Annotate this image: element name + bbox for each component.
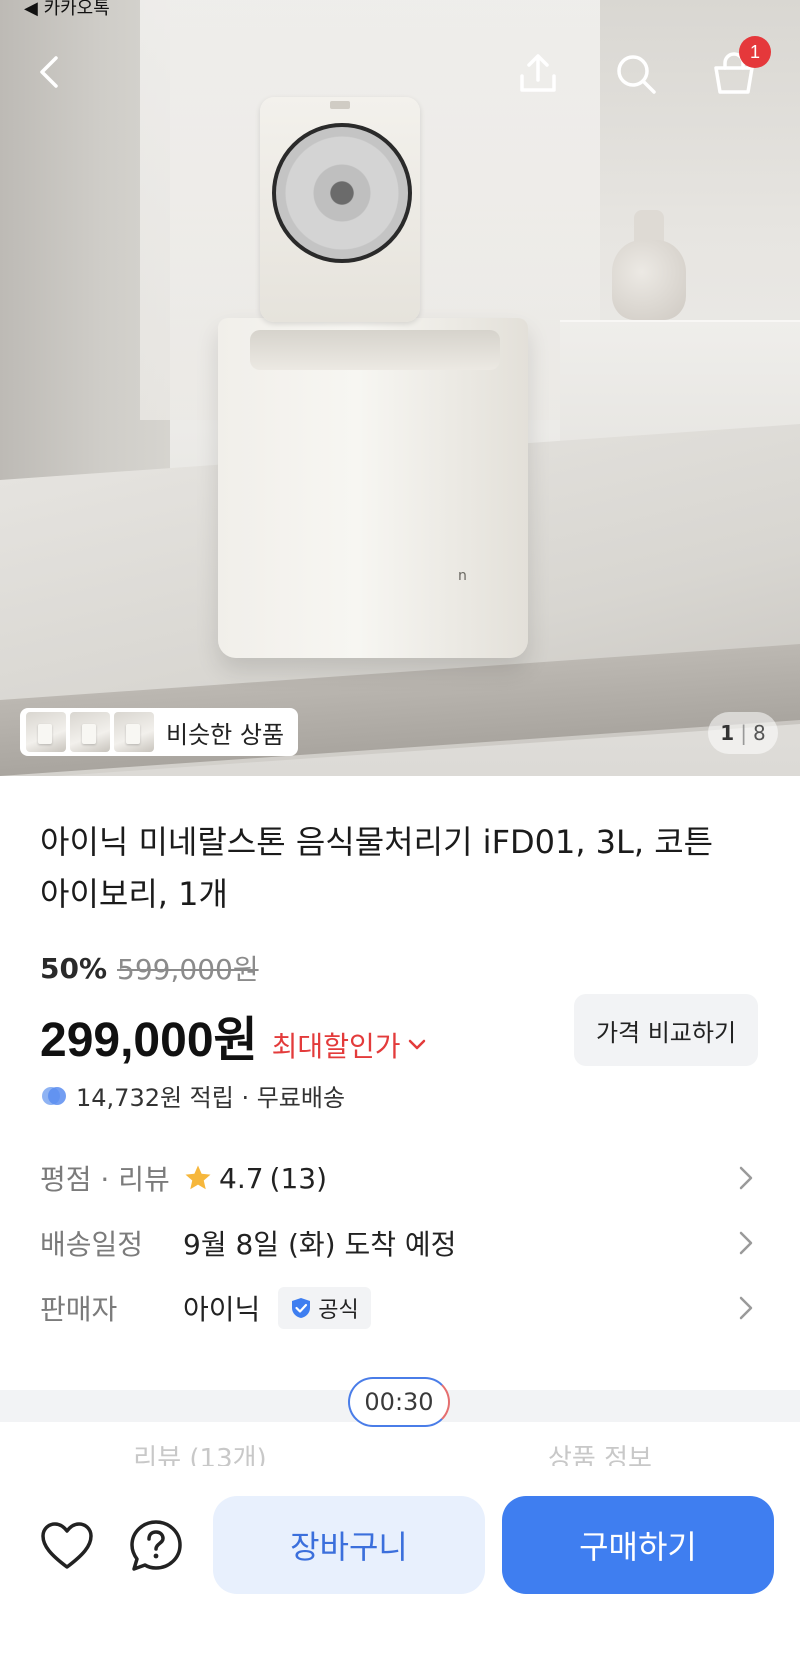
bottom-action-bar: 장바구니 구매하기	[0, 1466, 800, 1663]
max-discount-toggle[interactable]: 최대할인가	[272, 1025, 427, 1065]
image-counter-current: 1	[720, 721, 735, 745]
similar-products-button[interactable]: 비슷한 상품	[20, 708, 299, 756]
countdown-timer: 00:30	[348, 1377, 450, 1427]
inquiry-button[interactable]	[124, 1514, 188, 1578]
star-icon	[185, 1165, 211, 1190]
chevron-right-icon	[739, 1231, 753, 1255]
delivery-value: 9월 8일 (화) 도착 예정	[183, 1228, 457, 1261]
back-button[interactable]	[22, 44, 78, 100]
similar-product-thumbnail	[26, 712, 66, 752]
max-discount-label: 최대할인가	[271, 1030, 401, 1063]
add-to-cart-button[interactable]: 장바구니	[213, 1496, 485, 1594]
chevron-left-icon	[40, 56, 58, 88]
similar-product-thumbnail	[70, 712, 110, 752]
rating-review-row[interactable]: 평점 · 리뷰 4.7 (13)	[40, 1150, 760, 1206]
image-counter-total: 8	[752, 721, 766, 745]
discount-rate: 50%	[40, 951, 108, 985]
product-opening	[250, 330, 500, 370]
buy-now-button[interactable]: 구매하기	[502, 1496, 774, 1594]
discount-row: 50% 599,000원	[40, 948, 259, 988]
seller-row[interactable]: 판매자 아이닉 공식	[40, 1280, 760, 1336]
delivery-key: 배송일정	[40, 1228, 144, 1261]
question-bubble-icon	[130, 1520, 182, 1571]
chevron-right-icon	[739, 1296, 753, 1320]
wishlist-button[interactable]	[35, 1514, 99, 1578]
similar-product-thumbnail	[114, 712, 154, 752]
share-icon	[520, 54, 556, 92]
image-counter-separator: |	[740, 721, 747, 745]
official-label: 공식	[318, 1298, 359, 1323]
points-text: 14,732원 적립 · 무료배송	[76, 1084, 346, 1112]
sale-price: 299,000원	[40, 1014, 258, 1067]
review-count: (13)	[269, 1161, 328, 1195]
original-price: 599,000원	[117, 953, 259, 986]
points-icon	[42, 1086, 66, 1105]
search-icon	[617, 55, 656, 94]
price-compare-button[interactable]: 가격 비교하기	[574, 994, 758, 1066]
product-lid	[260, 97, 420, 322]
verified-shield-icon	[292, 1298, 311, 1318]
rating-review-key: 평점 · 리뷰	[40, 1163, 170, 1196]
seller-key: 판매자	[40, 1293, 118, 1326]
price-row: 299,000원 최대할인가	[40, 1000, 426, 1070]
cart-count-badge: 1	[739, 36, 771, 68]
background-vase	[612, 210, 686, 320]
rating-score: 4.7	[219, 1161, 264, 1195]
similar-products-label: 비슷한 상품	[166, 720, 285, 749]
product-logo: n	[458, 568, 467, 584]
search-button[interactable]	[608, 46, 664, 102]
share-button[interactable]	[510, 46, 566, 102]
product-title: 아이닉 미네랄스톤 음식물처리기 iFD01, 3L, 코튼 아이보리, 1개	[40, 823, 714, 913]
official-badge: 공식	[278, 1287, 371, 1329]
heart-icon	[41, 1522, 93, 1569]
return-to-app-link[interactable]: ◀ 카카오톡	[24, 0, 110, 20]
chevron-down-icon	[409, 1039, 426, 1050]
product-image-gallery[interactable]: n ◀ 카카오톡 1 비슷한 상품 1 | 8	[0, 0, 800, 776]
delivery-schedule-row[interactable]: 배송일정 9월 8일 (화) 도착 예정	[40, 1215, 760, 1271]
seller-name: 아이닉	[183, 1293, 261, 1326]
image-counter: 1 | 8	[708, 712, 778, 754]
points-shipping-row: 14,732원 적립 · 무료배송	[40, 1078, 345, 1113]
chevron-right-icon	[739, 1166, 753, 1190]
